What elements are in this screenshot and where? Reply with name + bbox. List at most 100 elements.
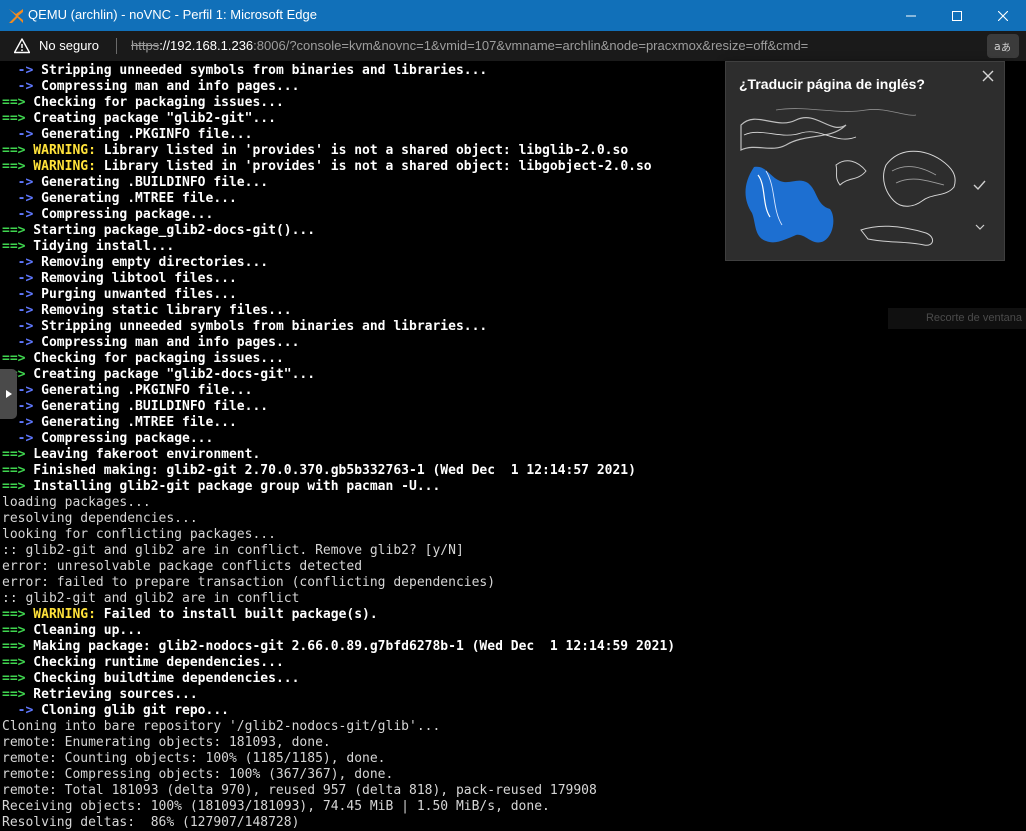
console-line: ==> WARNING: Library listed in 'provides…: [2, 159, 652, 175]
console-line-text: Creating package "glib2-docs-git"...: [25, 367, 316, 382]
console-prefix-major: ==>: [2, 111, 26, 126]
console-line: ==> Checking for packaging issues...: [2, 351, 284, 367]
console-warning-label: WARNING:: [25, 607, 96, 622]
console-line: -> Purging unwanted files...: [2, 287, 237, 303]
console-prefix-major: ==>: [2, 607, 26, 622]
maximize-button[interactable]: [934, 0, 980, 31]
url-path: :8006/?console=kvm&novnc=1&vmid=107&vmna…: [253, 38, 809, 53]
console-line-text: Generating .BUILDINFO file...: [33, 399, 269, 414]
console-line: -> Removing empty directories...: [2, 255, 268, 271]
console-prefix-minor: ->: [2, 63, 34, 78]
translate-button[interactable]: a あ: [987, 34, 1019, 58]
console-line: -> Removing libtool files...: [2, 271, 237, 287]
console-line-text: Removing libtool files...: [33, 271, 237, 286]
url-scheme: https: [131, 38, 160, 53]
console-line: ==> Checking runtime dependencies...: [2, 655, 284, 671]
translate-icon: a あ: [994, 40, 1011, 53]
console-prefix-major: ==>: [2, 223, 26, 238]
console-line: -> Cloning glib git repo...: [2, 703, 229, 719]
console-line-text: Checking runtime dependencies...: [25, 655, 284, 670]
console-line-text: Generating .PKGINFO file...: [33, 383, 253, 398]
console-line: ==> Tidying install...: [2, 239, 174, 255]
console-prefix-minor: ->: [2, 271, 34, 286]
chevron-right-icon: [5, 390, 12, 398]
console-line: -> Generating .BUILDINFO file...: [2, 175, 268, 191]
console-line: ==> Checking buildtime dependencies...: [2, 671, 299, 687]
console-prefix-minor: ->: [2, 127, 34, 142]
console-line-text: remote: Compressing objects: 100% (367/3…: [2, 767, 394, 782]
minimize-button[interactable]: [888, 0, 934, 31]
console-line: ==> Installing glib2-git package group w…: [2, 479, 440, 495]
address-bar: No seguro https://192.168.1.236:8006/?co…: [0, 31, 1026, 62]
console-line: remote: Compressing objects: 100% (367/3…: [2, 767, 393, 783]
console-prefix-major: ==>: [2, 623, 26, 638]
console-line-text: remote: Total 181093 (delta 970), reused…: [2, 783, 597, 798]
console-line: resolving dependencies...: [2, 511, 198, 527]
console-line-text: Checking for packaging issues...: [25, 351, 284, 366]
console-prefix-major: ==>: [2, 447, 26, 462]
console-prefix-major: ==>: [2, 95, 26, 110]
console-line: -> Compressing man and info pages...: [2, 79, 300, 95]
console-line-text: Receiving objects: 100% (181093/181093),…: [2, 799, 550, 814]
console-line: ==> Retrieving sources...: [2, 687, 198, 703]
console-prefix-major: ==>: [2, 639, 26, 654]
window-title: QEMU (archlin) - noVNC - Perfil 1: Micro…: [28, 7, 317, 22]
console-line-text: Compressing man and info pages...: [33, 79, 300, 94]
console-prefix-major: ==>: [2, 159, 26, 174]
novnc-control-bar-handle[interactable]: [0, 369, 17, 419]
console-line: Resolving deltas: 86% (127907/148728): [2, 815, 299, 831]
console-warning-label: WARNING:: [25, 159, 96, 174]
console-line-text: Purging unwanted files...: [33, 287, 237, 302]
console-line-text: Leaving fakeroot environment.: [25, 447, 261, 462]
console-line-text: Resolving deltas: 86% (127907/148728): [2, 815, 300, 830]
console-prefix-major: ==>: [2, 479, 26, 494]
security-status-label[interactable]: No seguro: [39, 38, 99, 53]
console-line-text: Cloning into bare repository '/glib2-nod…: [2, 719, 441, 734]
url-field[interactable]: https://192.168.1.236:8006/?console=kvm&…: [131, 38, 808, 53]
close-icon[interactable]: [980, 68, 996, 84]
console-prefix-minor: ->: [2, 287, 34, 302]
console-line-text: :: glib2-git and glib2 are in conflict. …: [2, 543, 464, 558]
console-line-text: Checking buildtime dependencies...: [25, 671, 300, 686]
url-host: ://192.168.1.236: [159, 38, 254, 53]
console-line-text: Generating .PKGINFO file...: [33, 127, 253, 142]
warning-triangle-icon[interactable]: [14, 38, 30, 54]
console-line-text: Cleaning up...: [25, 623, 143, 638]
console-line: -> Compressing package...: [2, 431, 214, 447]
console-line: Cloning into bare repository '/glib2-nod…: [2, 719, 440, 735]
window-snip-label: Recorte de ventana: [888, 308, 1026, 329]
console-line: -> Stripping unneeded symbols from binar…: [2, 319, 488, 335]
console-line: error: unresolvable package conflicts de…: [2, 559, 362, 575]
console-line-text: remote: Counting objects: 100% (1185/118…: [2, 751, 386, 766]
console-line: -> Generating .PKGINFO file...: [2, 383, 253, 399]
svg-text:a: a: [994, 40, 1001, 53]
console-line-text: error: unresolvable package conflicts de…: [2, 559, 363, 574]
console-line-text: loading packages...: [2, 495, 151, 510]
console-line: -> Generating .BUILDINFO file...: [2, 399, 268, 415]
console-prefix-minor: ->: [2, 319, 34, 334]
close-window-button[interactable]: [980, 0, 1026, 31]
console-prefix-major: ==>: [2, 687, 26, 702]
console-line: -> Removing static library files...: [2, 303, 292, 319]
console-line-text: looking for conflicting packages...: [2, 527, 276, 542]
console-line-text: Stripping unneeded symbols from binaries…: [33, 319, 488, 334]
console-line: -> Generating .PKGINFO file...: [2, 127, 253, 143]
console-line-text: Removing static library files...: [33, 303, 292, 318]
console-line: ==> Creating package "glib2-git"...: [2, 111, 276, 127]
console-prefix-minor: ->: [2, 431, 34, 446]
console-line-text: Finished making: glib2-git 2.70.0.370.gb…: [25, 463, 636, 478]
console-prefix-major: ==>: [2, 655, 26, 670]
console-line: ==> Leaving fakeroot environment.: [2, 447, 260, 463]
console-line-text: Checking for packaging issues...: [25, 95, 284, 110]
console-line: ==> WARNING: Library listed in 'provides…: [2, 143, 628, 159]
console-line: -> Stripping unneeded symbols from binar…: [2, 63, 488, 79]
console-line-text: Installing glib2-git package group with …: [25, 479, 441, 494]
console-line: -> Generating .MTREE file...: [2, 415, 237, 431]
svg-text:あ: あ: [1001, 42, 1011, 53]
console-line: remote: Total 181093 (delta 970), reused…: [2, 783, 597, 799]
console-line-text: Creating package "glib2-git"...: [25, 111, 276, 126]
console-prefix-minor: ->: [2, 175, 34, 190]
console-line-text: Cloning glib git repo...: [33, 703, 229, 718]
console-prefix-major: ==>: [2, 671, 26, 686]
console-line-text: Tidying install...: [25, 239, 175, 254]
